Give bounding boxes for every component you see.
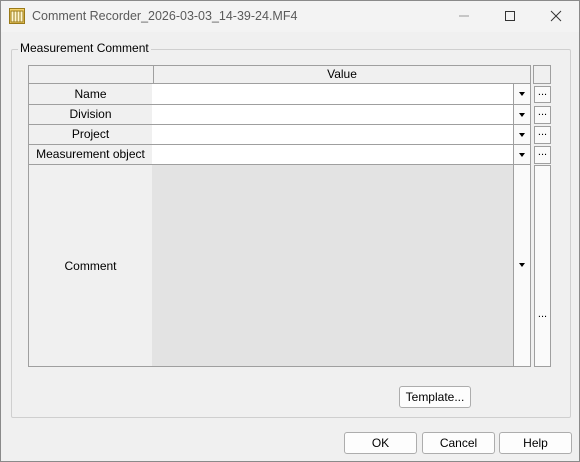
measurement-object-value-field[interactable] [152, 145, 514, 165]
measurement-object-dropdown-button[interactable] [514, 145, 531, 165]
app-icon [9, 8, 25, 24]
division-dropdown-button[interactable] [514, 105, 531, 125]
chevron-down-icon [519, 113, 525, 117]
row-label-project: Project [28, 125, 153, 145]
chevron-down-icon [519, 153, 525, 157]
name-dropdown-button[interactable] [514, 84, 531, 105]
row-label-measurement-object: Measurement object [28, 145, 153, 165]
division-ellipsis-button[interactable]: ... [534, 106, 551, 124]
comment-dropdown-button[interactable] [514, 165, 531, 367]
division-value-field[interactable] [152, 105, 514, 125]
title-bar: Comment Recorder_2026-03-03_14-39-24.MF4 [1, 1, 579, 32]
minimize-icon [459, 15, 469, 17]
value-column-header: Value [327, 67, 357, 81]
ok-button[interactable]: OK [344, 432, 417, 454]
comment-ellipsis-button[interactable]: ... [534, 165, 551, 367]
cancel-button[interactable]: Cancel [422, 432, 495, 454]
minimize-button[interactable] [441, 1, 487, 32]
comment-value-field[interactable] [152, 165, 514, 367]
project-value-field[interactable] [152, 125, 514, 145]
row-label-comment: Comment [28, 165, 153, 367]
row-label-division: Division [28, 105, 153, 125]
template-button[interactable]: Template... [399, 386, 471, 408]
maximize-icon [505, 11, 515, 21]
group-label: Measurement Comment [18, 41, 151, 55]
project-ellipsis-button[interactable]: ... [534, 126, 551, 144]
chevron-down-icon [519, 133, 525, 137]
row-label-name: Name [28, 84, 153, 105]
comment-recorder-window: Comment Recorder_2026-03-03_14-39-24.MF4… [0, 0, 580, 462]
grid-header: Value [28, 65, 531, 84]
close-button[interactable] [533, 1, 579, 32]
close-icon [550, 10, 562, 22]
maximize-button[interactable] [487, 1, 533, 32]
name-ellipsis-button[interactable]: ... [534, 86, 551, 103]
help-button[interactable]: Help [499, 432, 572, 454]
project-dropdown-button[interactable] [514, 125, 531, 145]
chevron-down-icon [519, 263, 525, 267]
ellipsis-column-header [533, 65, 551, 84]
window-title: Comment Recorder_2026-03-03_14-39-24.MF4 [32, 9, 298, 23]
chevron-down-icon [519, 92, 525, 96]
name-value-field[interactable] [152, 84, 514, 105]
grid-corner [29, 66, 154, 83]
measurement-object-ellipsis-button[interactable]: ... [534, 146, 551, 164]
